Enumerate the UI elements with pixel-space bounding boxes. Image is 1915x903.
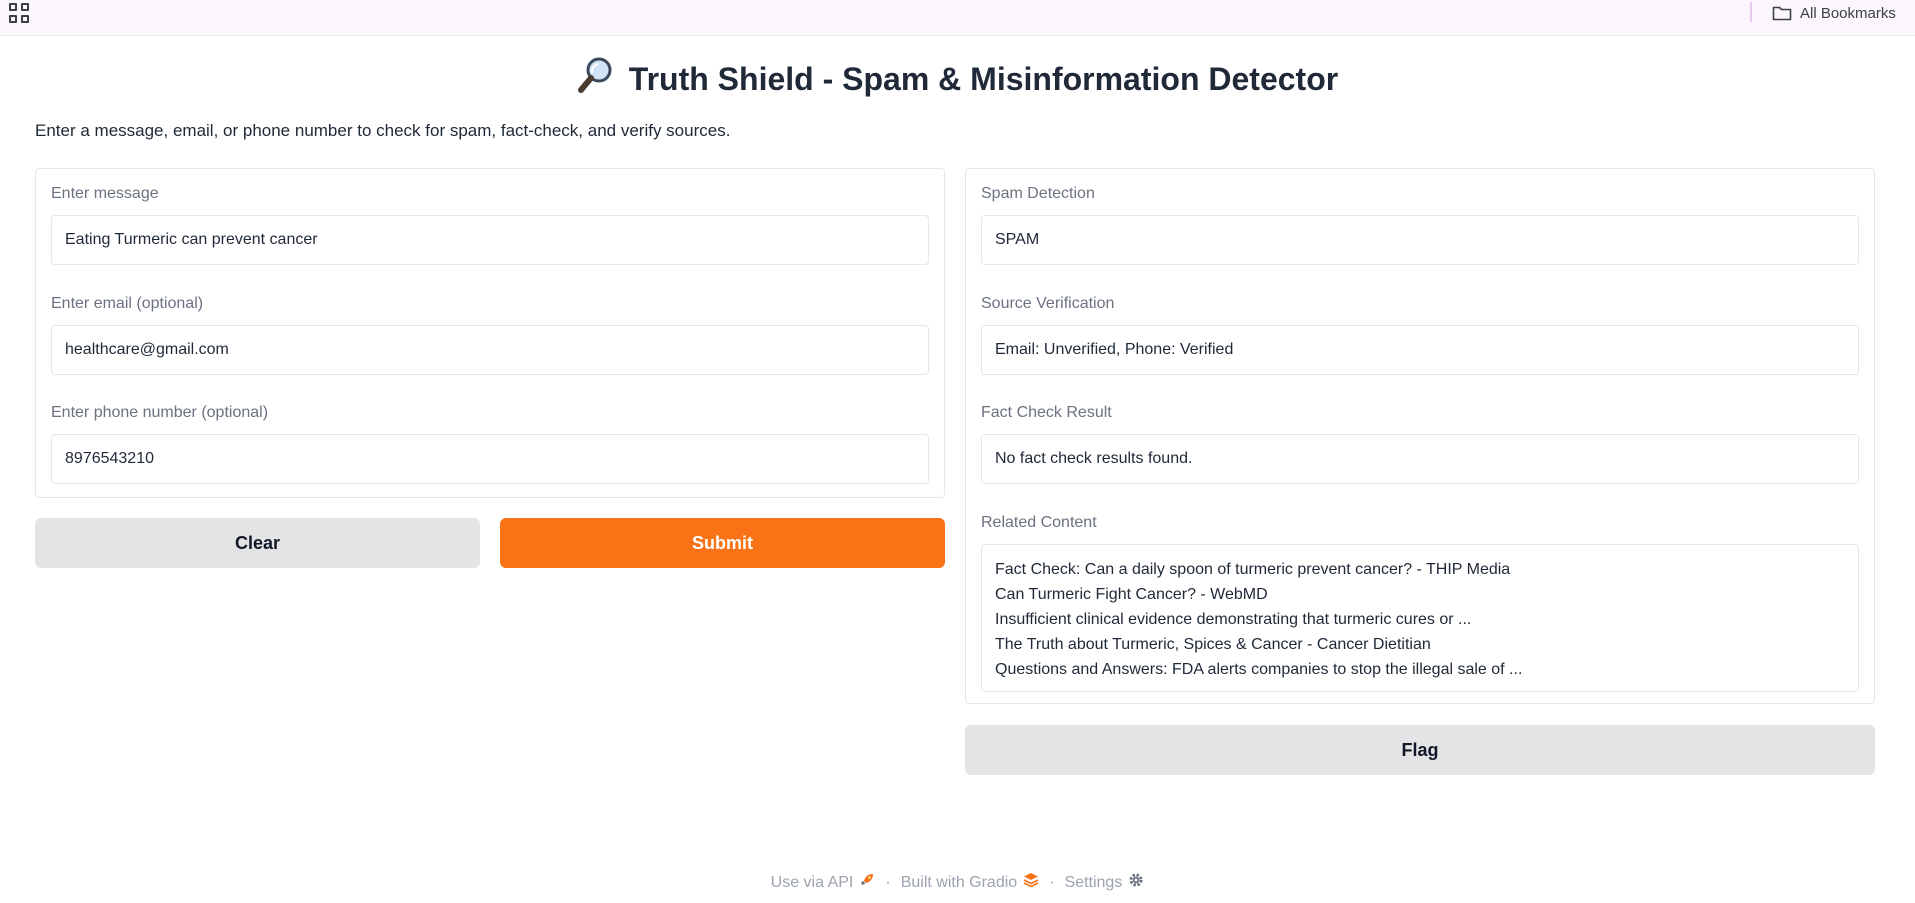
all-bookmarks-label: All Bookmarks	[1800, 4, 1896, 22]
message-label: Enter message	[51, 185, 159, 202]
spam-detection-output[interactable]: SPAM	[981, 215, 1859, 265]
output-panel: Spam Detection SPAM Source Verification …	[965, 168, 1875, 704]
magnifying-glass-icon	[577, 55, 617, 103]
rocket-icon	[859, 872, 875, 893]
footer: Use via API · Built with Gradio · Settin…	[0, 872, 1915, 893]
submit-button[interactable]: Submit	[500, 518, 945, 568]
settings-label: Settings	[1064, 873, 1123, 891]
fact-check-output[interactable]: No fact check results found.	[981, 434, 1859, 484]
built-with-gradio-label: Built with Gradio	[900, 873, 1018, 891]
spam-detection-label: Spam Detection	[981, 185, 1095, 202]
related-content-item: Questions and Answers: FDA alerts compan…	[995, 661, 1523, 678]
bookmarks-divider	[1750, 2, 1752, 22]
built-with-gradio-link[interactable]: Built with Gradio	[901, 872, 1040, 893]
flag-button[interactable]: Flag	[965, 725, 1875, 775]
input-panel: Enter message Enter email (optional) Ent…	[35, 168, 945, 498]
page-title-text: Truth Shield - Spam & Misinformation Det…	[628, 60, 1339, 97]
use-via-api-link[interactable]: Use via API	[771, 872, 876, 893]
page-description: Enter a message, email, or phone number …	[35, 121, 731, 140]
source-verification-label: Source Verification	[981, 295, 1115, 312]
clear-button[interactable]: Clear	[35, 518, 480, 568]
phone-input[interactable]	[51, 434, 929, 484]
email-input[interactable]	[51, 325, 929, 375]
related-content-item: Insufficient clinical evidence demonstra…	[995, 611, 1472, 628]
page-title: Truth Shield - Spam & Misinformation Det…	[0, 55, 1915, 103]
use-via-api-label: Use via API	[770, 873, 854, 891]
all-bookmarks-button[interactable]: All Bookmarks	[1772, 2, 1896, 24]
related-content-item: The Truth about Turmeric, Spices & Cance…	[995, 636, 1431, 653]
bookmarks-bar: All Bookmarks	[0, 0, 1915, 36]
phone-label: Enter phone number (optional)	[51, 404, 269, 421]
footer-separator: ·	[885, 873, 891, 891]
message-input[interactable]	[51, 215, 929, 265]
apps-grid-icon[interactable]	[9, 3, 29, 23]
related-content-output[interactable]: Fact Check: Can a daily spoon of turmeri…	[981, 544, 1859, 692]
source-verification-output[interactable]: Email: Unverified, Phone: Verified	[981, 325, 1859, 375]
gradio-logo-icon	[1023, 872, 1039, 893]
footer-separator: ·	[1049, 873, 1055, 891]
gear-icon	[1128, 872, 1144, 893]
folder-icon	[1772, 5, 1792, 21]
related-content-label: Related Content	[981, 514, 1097, 531]
fact-check-label: Fact Check Result	[981, 404, 1112, 421]
related-content-item: Fact Check: Can a daily spoon of turmeri…	[995, 561, 1511, 578]
email-label: Enter email (optional)	[51, 295, 204, 312]
settings-link[interactable]: Settings	[1065, 872, 1145, 893]
related-content-item: Can Turmeric Fight Cancer? - WebMD	[995, 586, 1268, 603]
